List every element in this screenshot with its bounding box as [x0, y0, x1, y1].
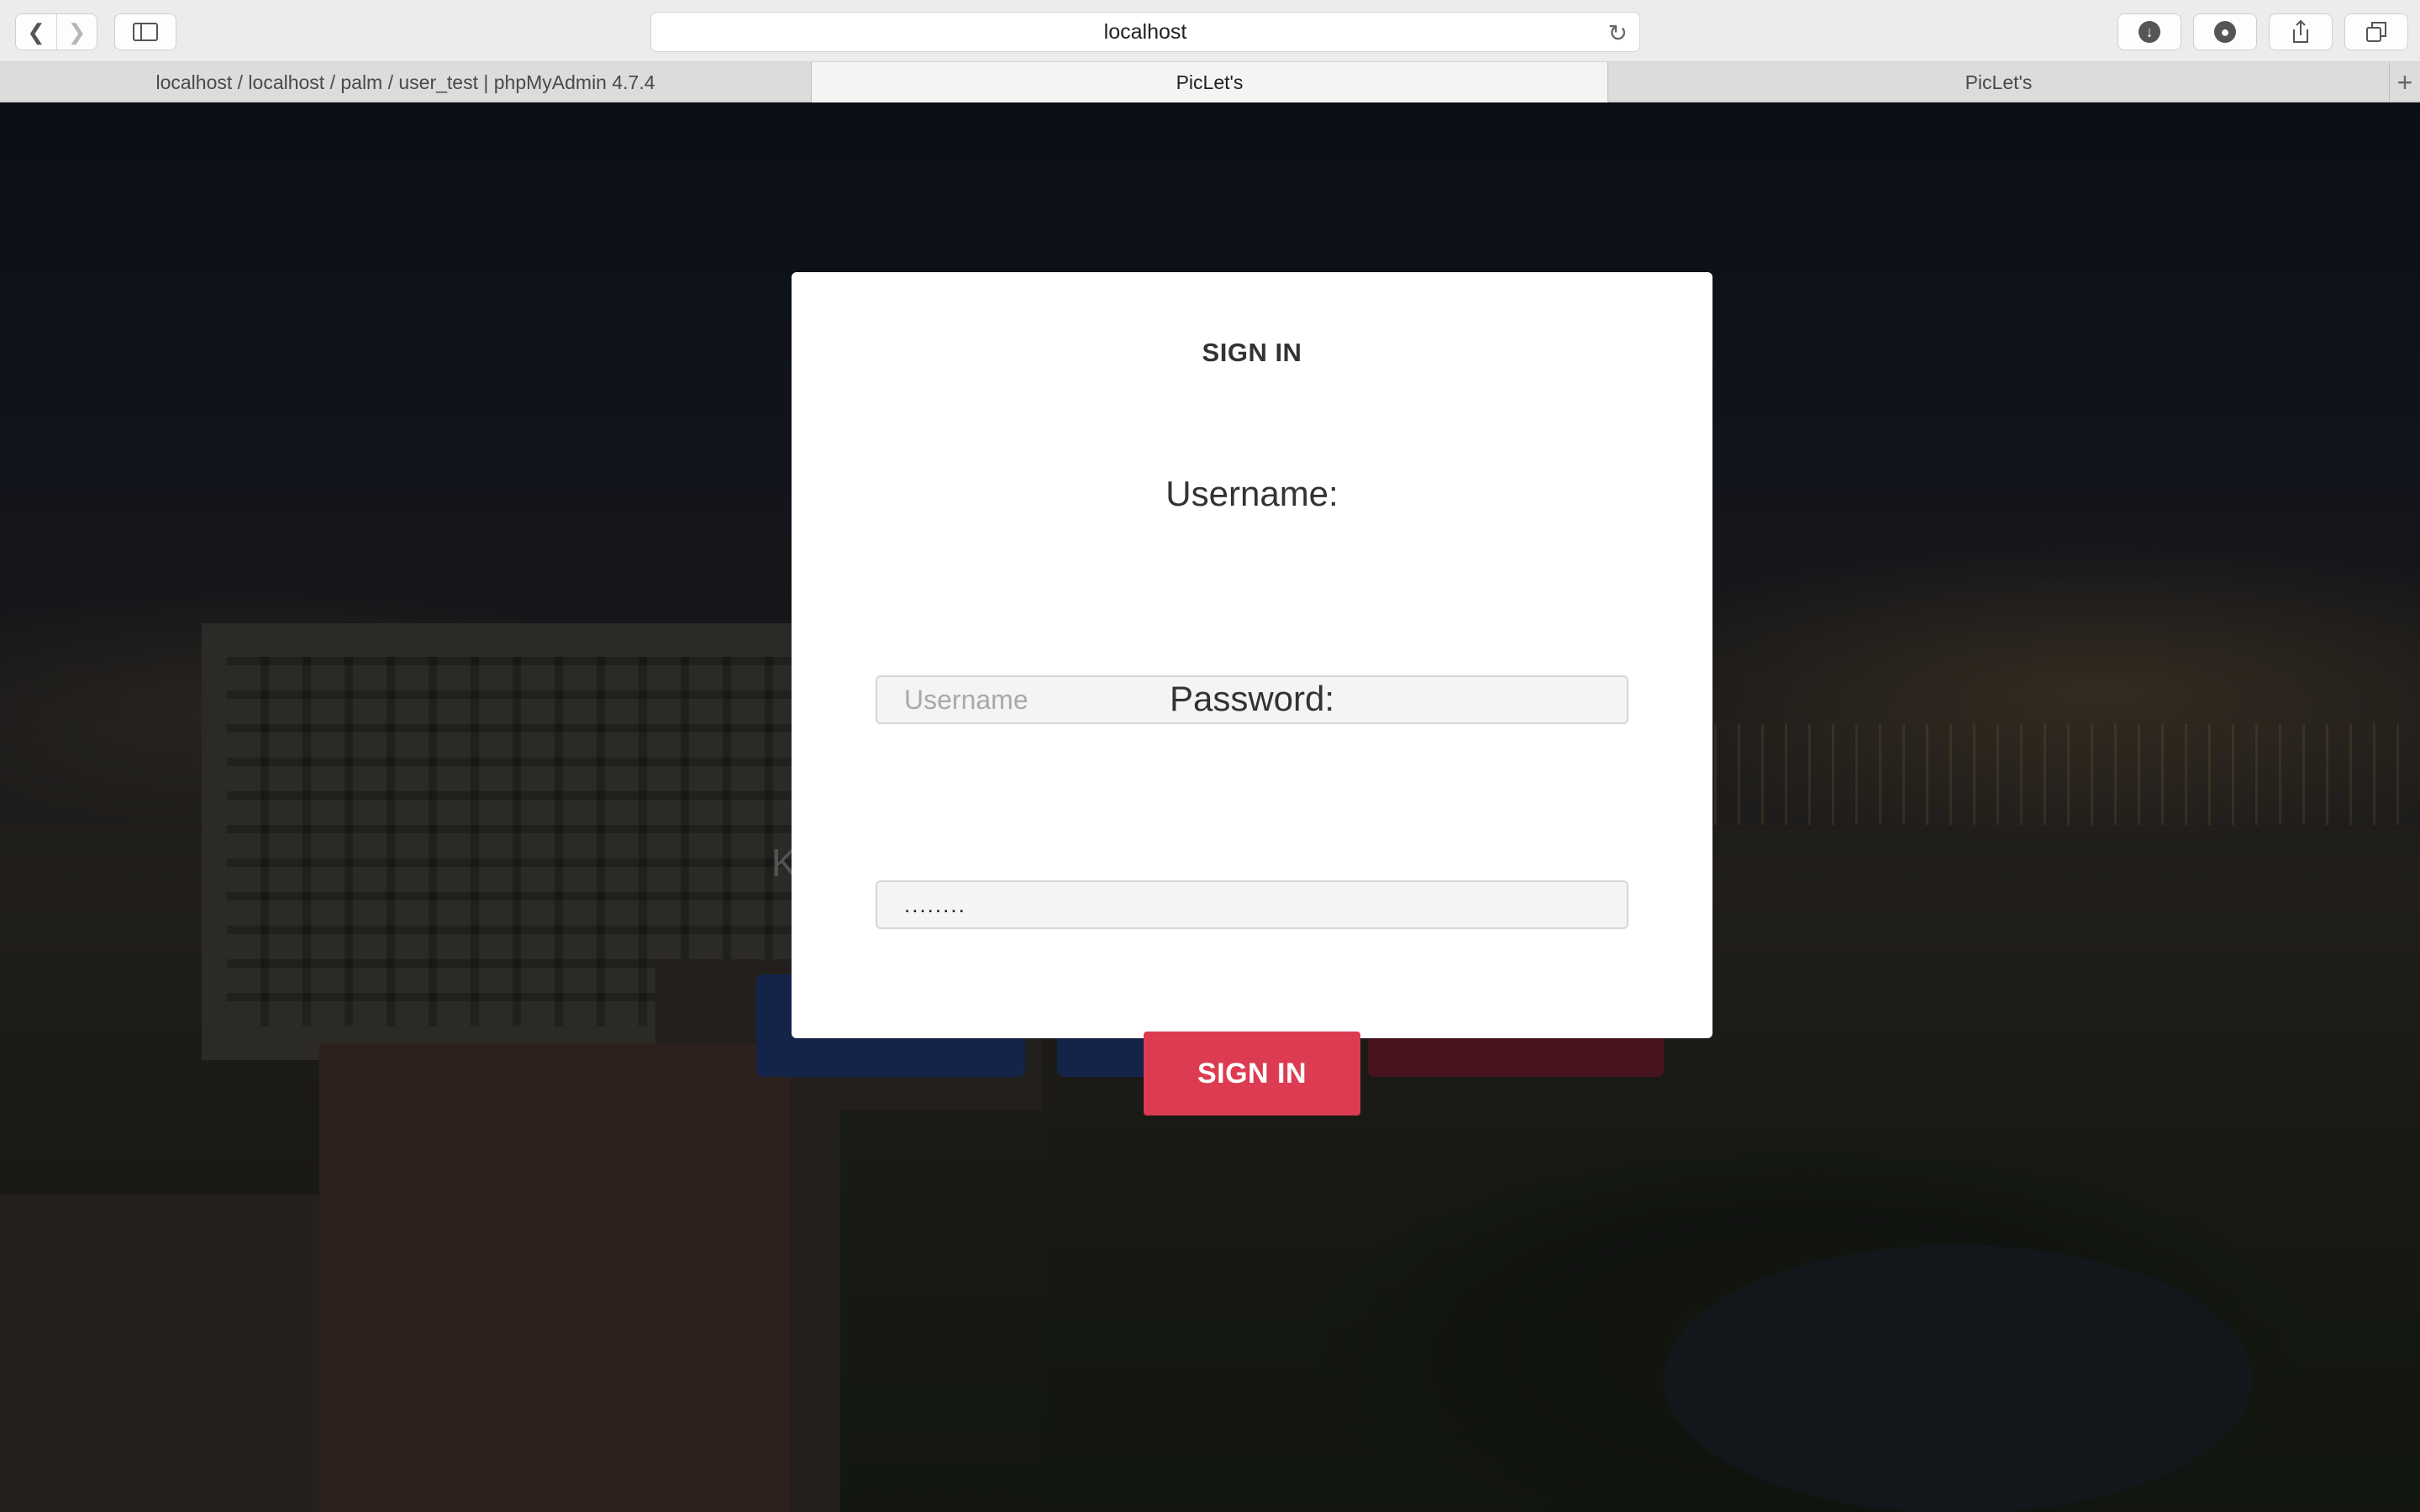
page-content: K SIGN IN SIGN UP EXPLORE SIGN IN Userna… — [0, 102, 2420, 1512]
download-icon: ↓ — [2139, 21, 2160, 43]
back-icon[interactable]: ❮ — [16, 14, 56, 50]
password-input[interactable] — [876, 880, 1628, 929]
tab-piclets-active[interactable]: PicLet's — [812, 62, 1608, 102]
password-label: Password: — [1169, 679, 1335, 718]
share-button[interactable] — [2269, 13, 2333, 50]
tabs-overview-icon — [2366, 22, 2386, 42]
modal-title: SIGN IN — [1202, 338, 1302, 367]
browser-toolbar: ❮ ❯ localhost ↻ ↓ ● — [0, 0, 2420, 62]
tabs-overview-button[interactable] — [2344, 13, 2408, 50]
tab-phpmyadmin[interactable]: localhost / localhost / palm / user_test… — [0, 62, 812, 102]
new-tab-button[interactable]: + — [2390, 62, 2420, 102]
signin-modal: SIGN IN Username: Password: SIGN IN — [792, 272, 1712, 1116]
download-button[interactable]: ↓ — [2118, 13, 2181, 50]
username-label: Username: — [1165, 474, 1339, 513]
tab-piclets[interactable]: PicLet's — [1608, 62, 2390, 102]
share-icon — [2293, 19, 2308, 43]
tab-bar: localhost / localhost / palm / user_test… — [0, 62, 2420, 102]
sidebar-icon[interactable] — [114, 13, 176, 50]
nav-buttons: ❮ ❯ — [15, 13, 97, 50]
extension-icon: ● — [2214, 21, 2236, 43]
forward-icon[interactable]: ❯ — [55, 14, 97, 50]
url-text: localhost — [1103, 19, 1187, 44]
signin-submit-button[interactable]: SIGN IN — [1144, 1032, 1360, 1116]
reload-icon[interactable]: ↻ — [1608, 19, 1628, 47]
address-bar[interactable]: localhost ↻ — [650, 12, 1640, 52]
extension-button[interactable]: ● — [2193, 13, 2257, 50]
